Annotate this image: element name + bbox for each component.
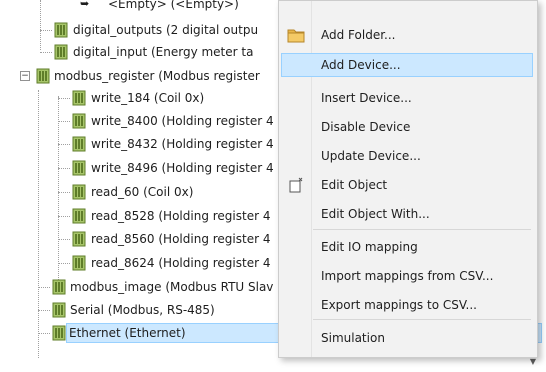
tree-line — [58, 239, 70, 240]
device-icon — [72, 208, 86, 224]
menu-item-label: Edit Object With... — [321, 207, 430, 221]
device-icon — [72, 184, 86, 200]
device-icon — [72, 136, 86, 152]
tree-line — [58, 192, 70, 193]
tree-line — [40, 0, 41, 50]
menu-item-label: Simulation — [321, 331, 385, 345]
menu-separator — [313, 229, 531, 230]
tree-line — [58, 98, 70, 99]
menu-item-edit-object[interactable]: Edit Object — [281, 173, 533, 197]
tree-item-label: Serial (Modbus, RS-485) — [70, 303, 215, 317]
menu-item-edit-object-with[interactable]: Edit Object With... — [281, 202, 533, 226]
device-icon — [36, 68, 50, 84]
menu-item-add-folder[interactable]: Add Folder... — [281, 23, 533, 47]
tree-line — [58, 168, 70, 169]
device-icon — [54, 44, 68, 60]
menu-item-label: Update Device... — [321, 149, 421, 163]
tree-line — [58, 121, 70, 122]
tree-line — [58, 216, 70, 217]
menu-item-label: Add Folder... — [321, 28, 396, 42]
tree-item-label: write_8496 (Holding register 4 — [91, 161, 274, 175]
menu-item-import-csv[interactable]: Import mappings from CSV... — [281, 264, 533, 288]
tree-item-label: digital_input (Energy meter ta — [73, 45, 254, 59]
tree-item-label: write_8432 (Holding register 4 — [91, 137, 274, 151]
tree-line — [38, 333, 50, 334]
tree-line — [38, 90, 39, 358]
folder-icon — [287, 29, 305, 43]
tree-item-label: <Empty> (<Empty>) — [108, 0, 239, 11]
device-icon — [72, 160, 86, 176]
tree-item-label: modbus_register (Modbus register — [54, 69, 260, 83]
tree-item-label: read_8528 (Holding register 4 — [91, 209, 271, 223]
device-icon — [72, 113, 86, 129]
device-icon — [52, 302, 66, 318]
tree-line — [40, 30, 52, 31]
tree-item-label: modbus_image (Modbus RTU Slav — [70, 280, 274, 294]
tree-line — [38, 287, 50, 288]
menu-item-label: Edit IO mapping — [321, 240, 418, 254]
menu-item-label: Add Device... — [321, 58, 401, 72]
device-icon — [72, 255, 86, 271]
menu-item-update-device[interactable]: Update Device... — [281, 144, 533, 168]
device-icon — [52, 279, 66, 295]
menu-item-export-csv[interactable]: Export mappings to CSV... — [281, 293, 533, 317]
menu-item-insert-device[interactable]: Insert Device... — [281, 86, 533, 110]
context-menu: Add Folder... Add Device... Insert Devic… — [278, 0, 538, 358]
menu-item-label: Import mappings from CSV... — [321, 269, 494, 283]
menu-item-label: Insert Device... — [321, 91, 412, 105]
tree-item-label: read_8560 (Holding register 4 — [91, 232, 271, 246]
menu-separator — [313, 319, 531, 320]
tree-item-label: write_8400 (Holding register 4 — [91, 114, 274, 128]
edit-object-icon — [289, 177, 303, 193]
menu-item-label: Export mappings to CSV... — [321, 298, 477, 312]
tree-line — [58, 96, 59, 290]
tree-line — [38, 310, 50, 311]
menu-item-label: Edit Object — [321, 178, 388, 192]
tree-line — [58, 263, 70, 264]
device-icon — [54, 22, 68, 38]
device-icon — [72, 231, 86, 247]
menu-item-label: Disable Device — [321, 120, 411, 134]
device-icon — [52, 325, 66, 341]
device-icon — [72, 90, 86, 106]
tree-item-label: read_8624 (Holding register 4 — [91, 256, 271, 270]
tree-line — [58, 144, 70, 145]
collapse-expander[interactable]: − — [20, 71, 30, 81]
menu-item-simulation[interactable]: Simulation — [281, 326, 533, 350]
tree-item-label: read_60 (Coil 0x) — [91, 185, 194, 199]
tree-item-label: digital_outputs (2 digital outpu — [73, 23, 259, 37]
scroll-down-icon[interactable]: ▼ — [527, 357, 539, 367]
tree-line — [40, 52, 52, 53]
menu-item-add-device[interactable]: Add Device... — [281, 53, 533, 77]
menu-item-edit-io-mapping[interactable]: Edit IO mapping — [281, 235, 533, 259]
arrow-icon: ➥ — [80, 0, 90, 10]
menu-item-disable-device[interactable]: Disable Device — [281, 115, 533, 139]
tree-item-label: write_184 (Coil 0x) — [91, 91, 205, 105]
